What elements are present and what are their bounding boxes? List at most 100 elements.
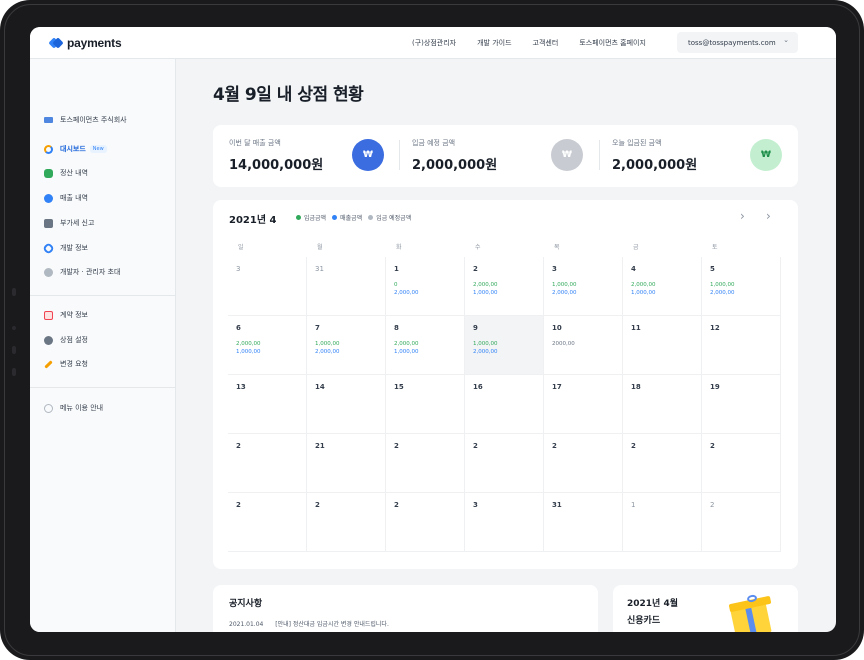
calendar-title: 2021년 4 xyxy=(229,215,277,226)
calendar-day-cell[interactable]: 2 xyxy=(702,493,781,552)
sidebar-item-help[interactable]: 메뉴 이용 안내 xyxy=(44,402,103,414)
deposit-amount: 2,000,00 xyxy=(394,341,419,347)
deposit-amount: 2,000,00 xyxy=(236,341,261,347)
calendar-day-cell[interactable]: 9 1,000,00 2,000,00 xyxy=(465,316,544,375)
day-number: 2 xyxy=(473,442,478,450)
calendar-day-cell[interactable]: 2 xyxy=(623,434,702,493)
day-number: 2 xyxy=(394,442,399,450)
calendar-day-cell[interactable]: 2 xyxy=(228,434,307,493)
calendar-day-cell[interactable]: 2 xyxy=(702,434,781,493)
calendar-day-cell[interactable]: 31 xyxy=(307,257,386,316)
calendar-day-cell[interactable]: 2 xyxy=(228,493,307,552)
legend-label: 입금 예정금액 xyxy=(376,215,412,222)
sidebar-item-label: 상점 설정 xyxy=(60,336,88,344)
calendar-day-cell[interactable]: 2 xyxy=(307,493,386,552)
nav-homepage[interactable]: 토스페이먼츠 홈페이지 xyxy=(579,38,646,48)
sidebar-item-label: 개발 정보 xyxy=(60,244,88,252)
summary-value: 14,000,000원 xyxy=(229,158,324,173)
logo-text: payments xyxy=(67,36,122,50)
nav-customer-center[interactable]: 고객센터 xyxy=(533,38,559,48)
next-month-button[interactable]: › xyxy=(766,209,771,223)
notice-item[interactable]: 2021.01.04 [안내] 정산대금 입금시간 변경 안내드립니다. xyxy=(229,619,389,628)
sidebar-item-label: 정산 내역 xyxy=(60,169,88,177)
sidebar-item-label: 대시보드 xyxy=(60,145,86,153)
day-number: 17 xyxy=(552,383,562,391)
toss-logo-icon xyxy=(48,37,64,49)
side-button xyxy=(12,346,16,354)
calendar-day-cell[interactable]: 8 2,000,00 1,000,00 xyxy=(386,316,465,375)
sidebar-item-store-settings[interactable]: 상점 설정 xyxy=(44,334,88,346)
sidebar-item-sales[interactable]: 매출 내역 xyxy=(44,192,88,204)
day-number: 2 xyxy=(552,442,557,450)
summary-label: 입금 예정 금액 xyxy=(412,139,456,147)
sidebar-item-contract[interactable]: 계약 정보 xyxy=(44,309,88,321)
sales-amount: 2,000,00 xyxy=(473,349,498,355)
divider xyxy=(30,295,176,296)
logo[interactable]: payments xyxy=(48,36,122,50)
calendar-day-cell[interactable]: 2 2,000,00 1,000,00 xyxy=(465,257,544,316)
sidebar-item-vat[interactable]: 부가세 신고 xyxy=(44,217,94,229)
calendar-day-cell[interactable]: 21 xyxy=(307,434,386,493)
legend-sales: 매출금액 xyxy=(332,213,362,222)
dashboard-icon xyxy=(44,144,53,154)
nav-dev-guide[interactable]: 개발 가이드 xyxy=(477,38,511,48)
account-dropdown[interactable]: toss@tosspayments.com ⌄ xyxy=(677,32,798,53)
calendar-day-cell[interactable]: 19 xyxy=(702,375,781,434)
day-number: 18 xyxy=(631,383,641,391)
sidebar-item-change-request[interactable]: 변경 요청 xyxy=(44,358,88,370)
calendar-day-cell[interactable]: 14 xyxy=(307,375,386,434)
sidebar-item-invite[interactable]: 개발자 · 관리자 초대 xyxy=(44,266,120,278)
calendar-day-cell[interactable]: 10 2000,00 xyxy=(544,316,623,375)
day-number: 2 xyxy=(631,442,636,450)
calendar-day-cell[interactable]: 3 xyxy=(228,257,307,316)
calendar-day-cell[interactable]: 2 xyxy=(465,434,544,493)
calendar-day-cell[interactable]: 18 xyxy=(623,375,702,434)
calendar-day-cell[interactable]: 13 xyxy=(228,375,307,434)
day-number: 31 xyxy=(552,501,562,509)
calendar-day-cell[interactable]: 1 xyxy=(623,493,702,552)
promo-card[interactable]: 2021년 4월 신용카드 xyxy=(613,585,798,632)
calendar-day-cell[interactable]: 5 1,000,00 2,000,00 xyxy=(702,257,781,316)
calendar-day-cell[interactable]: 11 xyxy=(623,316,702,375)
calendar-day-cell[interactable]: 3 xyxy=(465,493,544,552)
sales-amount: 2,000,00 xyxy=(394,290,419,296)
calendar-day-cell[interactable]: 3 1,000,00 2,000,00 xyxy=(544,257,623,316)
weekday-label: 토 xyxy=(712,244,718,251)
side-button xyxy=(12,288,16,296)
day-number: 8 xyxy=(394,324,399,332)
notice-title: 공지사항 xyxy=(229,599,263,609)
summary-label: 이번 달 매출 금액 xyxy=(229,139,281,147)
calendar-day-cell[interactable]: 31 xyxy=(544,493,623,552)
sidebar-item-dev-info[interactable]: 개발 정보 xyxy=(42,241,88,255)
calendar-day-cell[interactable]: 16 xyxy=(465,375,544,434)
calendar-day-cell[interactable]: 15 xyxy=(386,375,465,434)
sales-amount: 2,000,00 xyxy=(315,349,340,355)
summary-value: 2,000,000원 xyxy=(612,158,698,173)
legend-deposit: 입금금액 xyxy=(296,213,326,222)
calendar-day-cell[interactable]: 2 xyxy=(386,493,465,552)
calendar-day-cell[interactable]: 6 2,000,00 1,000,00 xyxy=(228,316,307,375)
sidebar-company[interactable]: 토스페이먼츠 주식회사 xyxy=(44,114,127,126)
prev-month-button[interactable]: › xyxy=(740,209,745,223)
document-icon xyxy=(44,218,53,228)
money-bag-icon: ₩ xyxy=(750,139,782,171)
deposit-amount: 1,000,00 xyxy=(552,282,577,288)
tablet-frame: payments (구)상점관리자 개발 가이드 고객센터 토스페이먼츠 홈페이… xyxy=(0,0,864,660)
page-title: 4월 9일 내 상점 현황 xyxy=(213,85,364,105)
day-number: 10 xyxy=(552,324,562,332)
calendar-day-cell[interactable]: 12 xyxy=(702,316,781,375)
legend-label: 입금금액 xyxy=(304,215,327,222)
nav-legacy-admin[interactable]: (구)상점관리자 xyxy=(412,38,456,48)
calendar-day-cell[interactable]: 4 2,000,00 1,000,00 xyxy=(623,257,702,316)
calendar-day-cell[interactable]: 2 xyxy=(386,434,465,493)
deposit-amount: 2,000,00 xyxy=(631,282,656,288)
day-number: 2 xyxy=(710,501,715,509)
calendar-day-cell[interactable]: 17 xyxy=(544,375,623,434)
day-number: 2 xyxy=(394,501,399,509)
weekday-label: 월 xyxy=(317,244,323,251)
calendar-day-cell[interactable]: 1 0 2,000,00 xyxy=(386,257,465,316)
sidebar-item-settlement[interactable]: 정산 내역 xyxy=(44,167,88,179)
calendar-day-cell[interactable]: 2 xyxy=(544,434,623,493)
calendar-day-cell[interactable]: 7 1,000,00 2,000,00 xyxy=(307,316,386,375)
sidebar-item-dashboard[interactable]: 대시보드 New xyxy=(44,143,107,155)
